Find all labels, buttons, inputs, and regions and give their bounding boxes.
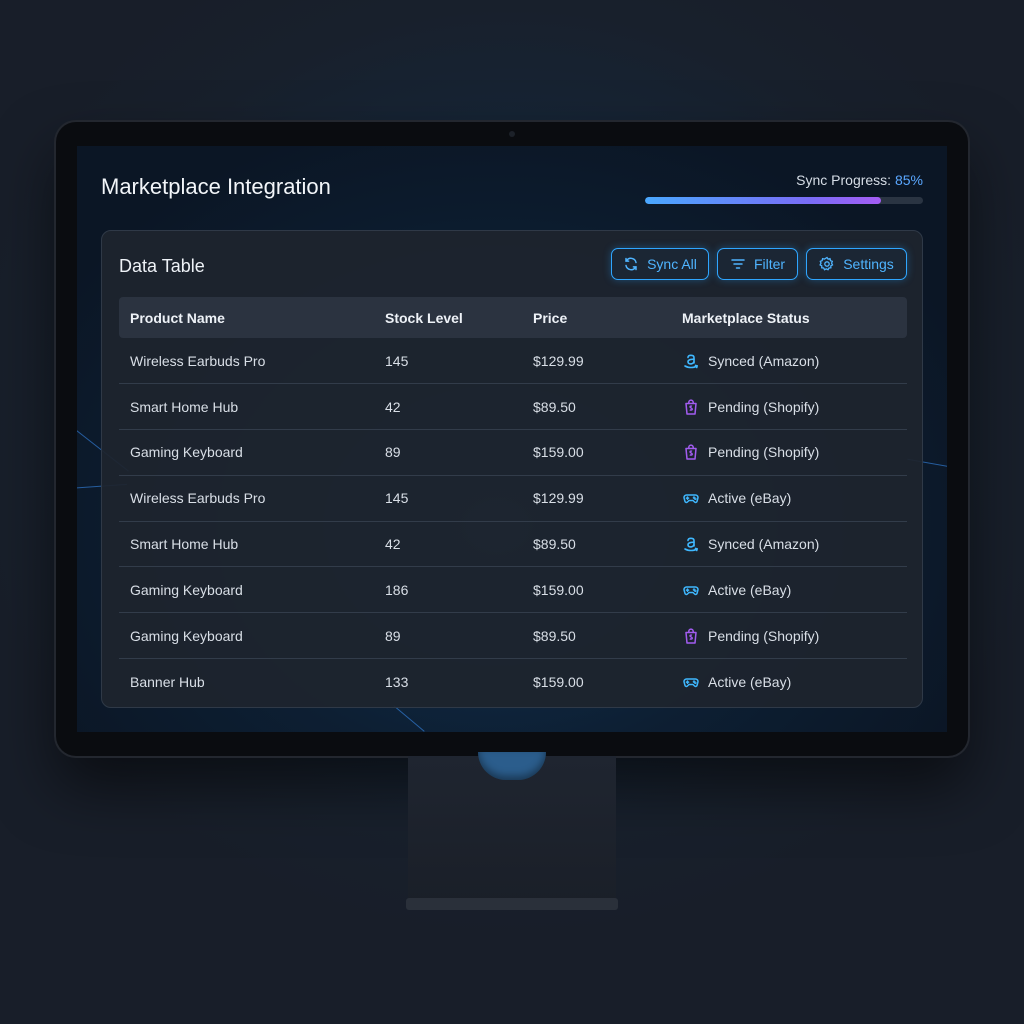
status-text: Active (eBay) (708, 581, 792, 598)
shopify-icon (682, 398, 700, 416)
product-name-cell: Smart Home Hub (119, 521, 374, 568)
product-table: Product Name Stock Level Price Marketpla… (119, 297, 907, 704)
sync-progress-track (645, 197, 923, 204)
filter-button[interactable]: Filter (717, 248, 798, 280)
price-cell: $159.00 (522, 566, 671, 614)
gear-icon (819, 256, 834, 271)
stock-level-cell: 42 (374, 383, 522, 431)
status-text: Pending (Shopify) (708, 627, 820, 644)
card-title: Data Table (119, 256, 205, 276)
stock-level-cell: 89 (374, 612, 522, 660)
monitor: Marketplace Integration Sync Progress: 8… (56, 122, 968, 756)
status-badge: Synced (Amazon) (682, 535, 907, 553)
status-text: Synced (Amazon) (708, 536, 820, 553)
amazon-icon (682, 535, 700, 553)
settings-button[interactable]: Settings (806, 248, 907, 280)
sync-progress-fill (645, 197, 882, 204)
sync-progress-label: Sync Progress: (796, 172, 892, 188)
product-name-cell: Banner Hub (130, 673, 205, 690)
ebay-icon (682, 489, 700, 507)
table-row[interactable]: Wireless Earbuds Pro 145 $129.99 Synced (Am… (119, 338, 907, 385)
stock-level-cell: 145 (374, 338, 522, 385)
sync-progress-value: 85% (894, 172, 923, 188)
stock-level-cell: 186 (374, 566, 522, 614)
filter-icon (731, 259, 745, 269)
table-row[interactable]: Gaming Keyboard 89 $159.00 Pending (Shopify… (119, 429, 907, 476)
product-name-cell: Wireless Earbuds Pro (119, 475, 374, 522)
price-cell: $89.50 (522, 521, 671, 568)
stock-level-cell: 145 (374, 475, 522, 522)
sync-progress: Sync Progress: 85% (645, 172, 923, 204)
column-header-status[interactable]: Marketplace Status (671, 297, 907, 338)
table-row[interactable]: Wireless Earbuds Pro 145 $129.99 Active (eB… (119, 475, 907, 522)
status-badge: Pending (Shopify) (682, 627, 907, 645)
ebay-icon (682, 581, 700, 599)
column-header-stock[interactable]: Stock Level (374, 297, 522, 338)
ebay-icon (682, 673, 700, 691)
price-cell: $89.50 (522, 612, 671, 660)
marketplace-status-cell: Active (eBay) (671, 566, 907, 614)
price-cell: $159.00 (522, 429, 671, 476)
table-row[interactable]: Smart Home Hub 42 $89.50 Synced (Amazon) (119, 521, 907, 568)
settings-label: Settings (843, 256, 894, 272)
status-badge: Active (eBay) (682, 489, 907, 507)
table-row[interactable]: Gaming Keyboard 89 $89.50 Pending (Shopify) (119, 612, 907, 660)
status-badge: Pending (Shopify) (682, 398, 907, 416)
marketplace-status-cell: Pending (Shopify) (671, 383, 907, 431)
price-cell: $129.99 (522, 475, 671, 522)
amazon-icon (682, 352, 700, 370)
stock-level-cell: 133 (385, 673, 409, 690)
stock-level-cell: 89 (374, 429, 522, 476)
page-title: Marketplace Integration (101, 174, 331, 199)
table-row[interactable]: Gaming Keyboard 186 $159.00 Active (eBay) (119, 566, 907, 614)
marketplace-status-cell: Active (eBay) (671, 475, 907, 522)
data-table-card: Data Table Sync All Filter Settings Prod… (101, 230, 923, 708)
sync-all-button[interactable]: Sync All (611, 248, 709, 280)
monitor-base (406, 898, 618, 910)
sync-progress-text: Sync Progress: 85% (645, 172, 923, 188)
marketplace-status-cell: Synced (Amazon) (671, 521, 907, 568)
product-name-cell: Smart Home Hub (119, 383, 374, 431)
sync-all-label: Sync All (647, 256, 697, 272)
screen: Marketplace Integration Sync Progress: 8… (77, 146, 947, 732)
status-badge: Active (eBay) (682, 673, 907, 691)
table-header-row: Product Name Stock Level Price Marketpla… (119, 297, 907, 338)
refresh-icon (625, 257, 637, 271)
decorative-line (393, 705, 425, 732)
product-name-cell: Wireless Earbuds Pro (119, 338, 374, 385)
column-header-price[interactable]: Price (522, 297, 671, 338)
camera (509, 131, 515, 137)
shopify-icon (682, 627, 700, 645)
product-name-cell: Gaming Keyboard (119, 566, 374, 614)
status-text: Active (eBay) (708, 490, 792, 507)
marketplace-status-cell: Synced (Amazon) (671, 338, 907, 385)
status-text: Synced (Amazon) (708, 352, 820, 369)
table-row[interactable]: Smart Home Hub 42 $89.50 Pending (Shopify) (119, 383, 907, 431)
status-badge: Active (eBay) (682, 581, 907, 599)
column-header-product[interactable]: Product Name (119, 297, 374, 338)
marketplace-status-cell: Active (eBay) (671, 659, 907, 705)
table-row[interactable]: Banner Hub 133 $159.00 Active (eBay) (119, 659, 907, 705)
status-text: Pending (Shopify) (708, 444, 820, 461)
marketplace-status-cell: Pending (Shopify) (671, 612, 907, 660)
status-text: Active (eBay) (708, 673, 792, 690)
product-name-cell: Gaming Keyboard (119, 429, 374, 476)
price-cell: $89.50 (522, 383, 671, 431)
product-name-cell: Gaming Keyboard (119, 612, 374, 660)
marketplace-status-cell: Pending (Shopify) (671, 429, 907, 476)
status-badge: Pending (Shopify) (682, 443, 907, 461)
price-cell: $159.00 (533, 673, 584, 690)
filter-label: Filter (753, 256, 786, 272)
shopify-icon (682, 443, 700, 461)
stock-level-cell: 42 (374, 521, 522, 568)
price-cell: $129.99 (522, 338, 671, 385)
status-text: Pending (Shopify) (708, 398, 820, 415)
status-badge: Synced (Amazon) (682, 352, 907, 370)
